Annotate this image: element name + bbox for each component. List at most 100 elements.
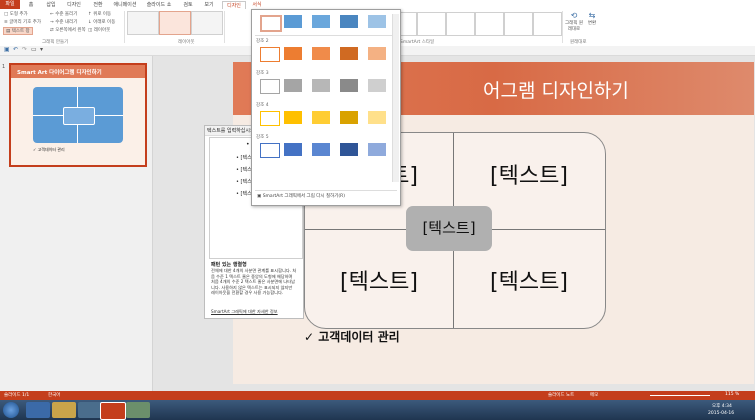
convert-label: 변환: [587, 21, 597, 26]
text-pane-title: 텍스트를 입력하십시오: [207, 128, 255, 134]
smartart-cell-bottom-right[interactable]: [텍스트]: [456, 240, 602, 325]
color-option[interactable]: [260, 15, 282, 32]
color-option[interactable]: [368, 111, 386, 124]
change-colors-dropdown: 강조 2 강조 3 강조 4 강조 5 ▣ SmartArt 그래픽에서 그림 …: [251, 9, 401, 206]
layout-thumb-3[interactable]: [191, 11, 223, 35]
color-row-label: 강조 2: [256, 39, 269, 44]
text-pane-label: 텍스트 창: [11, 29, 30, 34]
reset-graphic-button[interactable]: ⟲ 그래픽 원래대로: [565, 11, 583, 32]
undo-icon[interactable]: ↶: [13, 46, 18, 53]
notes-button[interactable]: 슬라이드 노트: [548, 392, 574, 398]
tab-design[interactable]: 디자인: [63, 1, 85, 9]
tab-format[interactable]: 서식: [248, 1, 266, 9]
color-option[interactable]: [368, 143, 386, 156]
zoom-slider[interactable]: [650, 395, 710, 396]
ribbon-separator: [224, 11, 225, 43]
text-pane-item[interactable]: • [텍스: [236, 154, 252, 161]
layout-thumb-2[interactable]: [159, 11, 191, 35]
convert-button[interactable]: ⇆ 변환: [585, 11, 599, 26]
move-up-button[interactable]: ↑ 위로 이동: [88, 11, 111, 17]
customize-qat-icon[interactable]: ▾: [40, 46, 43, 53]
smartart-style-7[interactable]: [446, 12, 475, 36]
color-option[interactable]: [368, 15, 386, 28]
text-pane-button[interactable]: ▤ 텍스트 창: [3, 27, 33, 35]
app-icon[interactable]: [126, 402, 150, 418]
add-bullet-button[interactable]: ≡ 글머리 기호 추가: [4, 19, 41, 25]
layout-thumb-1[interactable]: [127, 11, 159, 35]
text-pane-item[interactable]: • [텍스: [236, 166, 252, 173]
ie-icon[interactable]: [26, 402, 50, 418]
color-option[interactable]: [260, 79, 280, 94]
color-option[interactable]: [340, 111, 358, 124]
bullet-text[interactable]: ✓ 고객데이터 관리: [304, 328, 400, 345]
zoom-level[interactable]: 115 %: [725, 392, 739, 397]
tab-review[interactable]: 검토: [180, 1, 196, 9]
slide-title[interactable]: 어그램 디자인하기: [483, 76, 629, 103]
smartart-style-6[interactable]: [417, 12, 446, 36]
media-icon[interactable]: [78, 402, 102, 418]
tab-file[interactable]: 파일: [0, 0, 20, 9]
add-shape-button[interactable]: □ 도형 추가: [4, 11, 28, 17]
tab-slideshow[interactable]: 슬라이드 쇼: [144, 1, 174, 9]
color-option[interactable]: [368, 47, 386, 60]
color-option[interactable]: [312, 143, 330, 156]
color-option[interactable]: [284, 15, 302, 28]
group-create-graphic-label: 그래픽 만들기: [42, 40, 69, 45]
color-option[interactable]: [312, 79, 330, 92]
explorer-icon[interactable]: [52, 402, 76, 418]
tab-home[interactable]: 홈: [24, 1, 38, 9]
color-option[interactable]: [340, 15, 358, 28]
comments-button[interactable]: 메모: [590, 392, 598, 398]
smartart-style-8[interactable]: [475, 12, 504, 36]
group-layouts-label: 레이아웃: [178, 40, 195, 45]
redo-icon[interactable]: ↷: [22, 46, 27, 53]
color-option[interactable]: [260, 47, 280, 62]
color-option[interactable]: [284, 79, 302, 92]
smartart-cell-bottom-left[interactable]: [텍스트]: [306, 240, 452, 325]
tab-transitions[interactable]: 전환: [89, 1, 107, 9]
color-option[interactable]: [260, 111, 280, 126]
layout-desc-title: 패턴 있는 행렬형: [211, 262, 247, 268]
text-pane-item[interactable]: • [텍스: [236, 190, 252, 197]
recolor-pictures-option[interactable]: ▣ SmartArt 그래픽에서 그림 다시 칠하기(R): [257, 193, 345, 199]
dropdown-scrollbar[interactable]: [392, 14, 399, 182]
save-icon[interactable]: ▣: [4, 46, 10, 53]
smartart-style-10[interactable]: [533, 12, 562, 36]
color-row-label: 강조 3: [256, 71, 269, 76]
color-option[interactable]: [340, 47, 358, 60]
smartart-style-9[interactable]: [504, 12, 533, 36]
start-button[interactable]: [3, 402, 19, 418]
ribbon-separator: [124, 11, 125, 43]
demote-button[interactable]: → 수준 내리기: [50, 19, 77, 25]
layout-label: 레이아웃: [93, 28, 111, 33]
smartart-center-shape[interactable]: [텍스트]: [406, 206, 492, 251]
tab-animations[interactable]: 애니메이션: [110, 1, 140, 9]
color-option[interactable]: [368, 79, 386, 92]
color-option[interactable]: [340, 79, 358, 92]
start-slideshow-icon[interactable]: ▭: [31, 46, 37, 53]
move-up-label: 위로 이동: [93, 12, 112, 17]
color-option[interactable]: [260, 143, 280, 158]
move-down-button[interactable]: ↓ 아래로 이동: [88, 19, 115, 25]
language-indicator[interactable]: 한국어: [48, 392, 60, 398]
color-option[interactable]: [284, 111, 302, 124]
rtl-button[interactable]: ⇄ 오른쪽에서 왼쪽: [50, 27, 86, 33]
tab-view[interactable]: 보기: [201, 1, 217, 9]
color-option[interactable]: [312, 15, 330, 28]
color-option[interactable]: [284, 143, 302, 156]
add-shape-label: 도형 추가: [9, 12, 28, 17]
clock-date: 2015-04-16: [708, 411, 735, 416]
layout-button[interactable]: ◫ 레이아웃: [88, 27, 110, 33]
color-option[interactable]: [312, 47, 330, 60]
slide-thumbnail[interactable]: Smart Art 다이어그램 디자인하기 ✓ 고객데이터 관리: [9, 63, 147, 167]
clock-time: 오후 4:34: [712, 404, 732, 409]
powerpoint-icon[interactable]: [100, 402, 126, 420]
color-option[interactable]: [340, 143, 358, 156]
more-info-link[interactable]: SmartArt 그래픽에 대한 자세한 정보: [211, 309, 278, 315]
tab-insert[interactable]: 삽입: [42, 1, 60, 9]
text-pane-item[interactable]: • [텍스: [236, 178, 252, 185]
reset-icon: ⟲: [570, 11, 578, 20]
promote-button[interactable]: ← 수준 올리기: [50, 11, 77, 17]
color-option[interactable]: [284, 47, 302, 60]
color-option[interactable]: [312, 111, 330, 124]
